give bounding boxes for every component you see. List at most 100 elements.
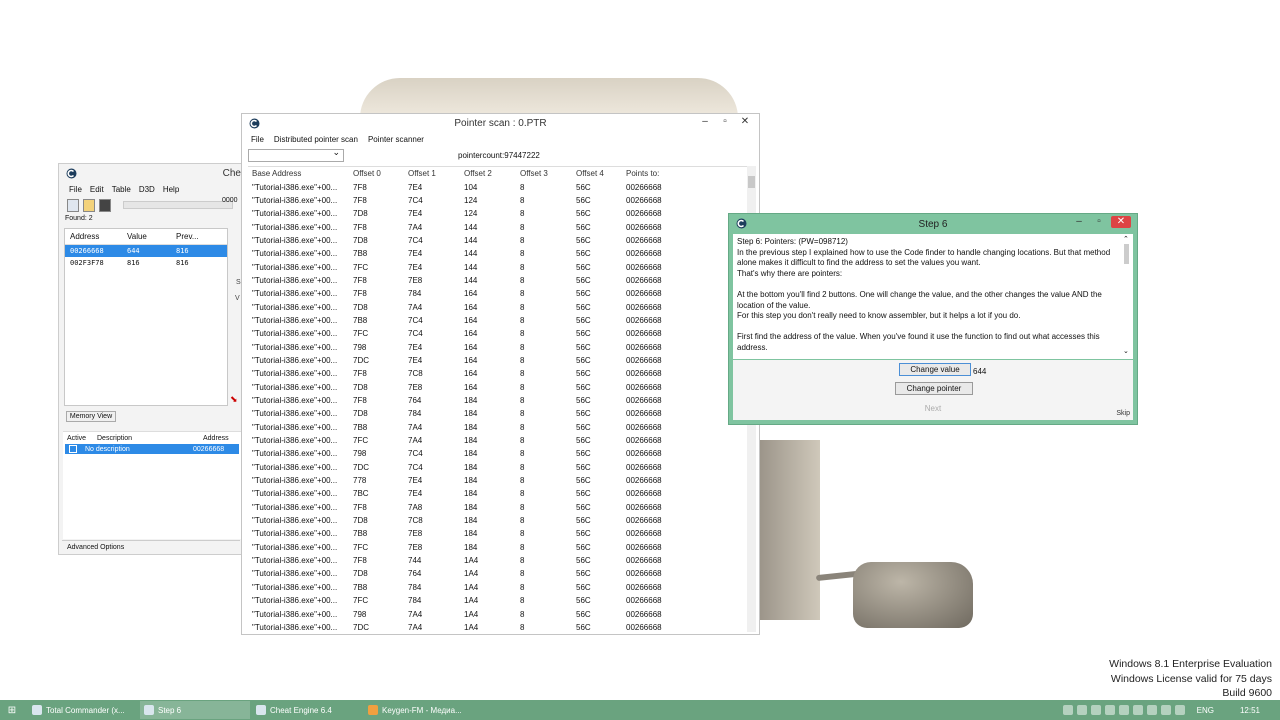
table-row[interactable]: "Tutorial-i386.exe"+00... 7FC 7E8 184 8 56C 00… — [248, 541, 755, 554]
col-offset-3[interactable]: Offset 3 — [510, 169, 563, 178]
table-row[interactable]: "Tutorial-i386.exe"+00... 7F8 7C8 164 8 56C 00… — [248, 367, 755, 380]
table-row[interactable]: "Tutorial-i386.exe"+00... 7F8 7A8 184 8 56C 00… — [248, 501, 755, 514]
address-row[interactable]: 002F3F78 816 816 — [65, 257, 227, 269]
tray-icon[interactable] — [1104, 705, 1115, 715]
step6-instructions[interactable]: Step 6: Pointers: (PW=098712) In the pre… — [733, 234, 1133, 359]
table-row[interactable]: "Tutorial-i386.exe"+00... 7F8 764 184 8 56C 00… — [248, 394, 755, 407]
table-row[interactable]: "Tutorial-i386.exe"+00... 7DC 7C4 184 8 56C 00… — [248, 461, 755, 474]
ce-menu-table[interactable]: Table — [112, 185, 131, 194]
next-button[interactable]: Next — [909, 402, 957, 415]
col-previous[interactable]: Prev... — [176, 232, 226, 241]
table-row[interactable]: "Tutorial-i386.exe"+00... 7FC 7C4 164 8 56C 00… — [248, 327, 755, 340]
advanced-options-button[interactable]: Advanced Options — [62, 540, 240, 554]
ce-menu-d3d[interactable]: D3D — [139, 185, 155, 194]
scroll-up-icon[interactable]: ⌃ — [1123, 236, 1131, 244]
scroll-down-icon[interactable]: ⌄ — [1123, 348, 1129, 356]
col-offset-4[interactable]: Offset 4 — [563, 169, 616, 178]
task-keygen[interactable]: Keygen-FM - Медиа... — [364, 701, 474, 719]
clock[interactable]: 12:51 — [1240, 706, 1260, 715]
table-row[interactable]: "Tutorial-i386.exe"+00... 7D8 7C4 144 8 56C 00… — [248, 234, 755, 247]
ce-menu-help[interactable]: Help — [163, 185, 179, 194]
open-file-icon[interactable] — [83, 198, 96, 212]
ps-menu-scanner[interactable]: Pointer scanner — [368, 135, 424, 144]
pointer-arrow-icon[interactable]: ⬊ — [230, 394, 240, 404]
table-row[interactable]: "Tutorial-i386.exe"+00... 7F8 7E4 104 8 56C 00… — [248, 180, 755, 193]
memory-view-button[interactable]: Memory View — [66, 411, 116, 422]
ps-menu-distributed[interactable]: Distributed pointer scan — [274, 135, 358, 144]
minimize-icon[interactable]: – — [1071, 216, 1087, 228]
table-row[interactable]: "Tutorial-i386.exe"+00... 7FC 7E4 144 8 56C 00… — [248, 260, 755, 273]
pointer-scan-window[interactable]: Pointer scan : 0.PTR – ▫ ✕ File Distribu… — [241, 113, 760, 635]
table-row[interactable]: "Tutorial-i386.exe"+00... 7F8 784 164 8 56C 00… — [248, 287, 755, 300]
table-row[interactable]: "Tutorial-i386.exe"+00... 7FC 784 1A4 8 56C 00… — [248, 594, 755, 607]
address-row[interactable]: 00266668 644 816 — [65, 245, 227, 257]
table-row[interactable]: "Tutorial-i386.exe"+00... 778 7E4 184 8 56C 00… — [248, 474, 755, 487]
table-row[interactable]: "Tutorial-i386.exe"+00... 7F8 7C4 124 8 56C 00… — [248, 194, 755, 207]
col-address[interactable]: Address — [65, 232, 127, 241]
scrollbar-thumb[interactable] — [748, 176, 755, 188]
table-row[interactable]: "Tutorial-i386.exe"+00... 7D8 7C8 184 8 56C 00… — [248, 514, 755, 527]
col-value[interactable]: Value — [127, 232, 176, 241]
table-row[interactable]: "Tutorial-i386.exe"+00... 7F8 744 1A4 8 56C 00… — [248, 554, 755, 567]
table-row[interactable]: "Tutorial-i386.exe"+00... 7D8 784 184 8 56C 00… — [248, 407, 755, 420]
tray-icon[interactable] — [1090, 705, 1101, 715]
cheat-table-row[interactable]: No description 00266668 — [65, 444, 239, 454]
table-row[interactable]: "Tutorial-i386.exe"+00... 7D8 764 1A4 8 56C 00… — [248, 567, 755, 580]
close-icon[interactable]: ✕ — [1111, 216, 1131, 228]
ce-menu-file[interactable]: File — [69, 185, 82, 194]
minimize-icon[interactable]: – — [697, 116, 713, 128]
col-table-address[interactable]: Address — [203, 435, 229, 442]
task-cheat-engine[interactable]: Cheat Engine 6.4 — [252, 701, 362, 719]
table-row[interactable]: "Tutorial-i386.exe"+00... 7BC 7E4 184 8 56C 00… — [248, 487, 755, 500]
pointer-scan-titlebar[interactable]: Pointer scan : 0.PTR – ▫ ✕ — [242, 114, 759, 132]
volume-icon[interactable] — [1174, 705, 1185, 715]
maximize-icon[interactable]: ▫ — [717, 116, 733, 128]
table-row[interactable]: "Tutorial-i386.exe"+00... 7D8 7E4 124 8 56C 00… — [248, 207, 755, 220]
col-offset-1[interactable]: Offset 1 — [404, 169, 457, 178]
scrollbar-thumb[interactable] — [1124, 244, 1129, 264]
ps-menu-file[interactable]: File — [251, 135, 264, 144]
col-description[interactable]: Description — [97, 435, 203, 442]
tray-icon[interactable] — [1076, 705, 1087, 715]
tray-icon[interactable] — [1132, 705, 1143, 715]
table-row[interactable]: "Tutorial-i386.exe"+00... 7D8 7A4 164 8 56C 00… — [248, 300, 755, 313]
table-row[interactable]: "Tutorial-i386.exe"+00... 798 7A4 1A4 8 56C 00… — [248, 607, 755, 620]
skip-button[interactable]: Skip — [1116, 410, 1130, 417]
col-active[interactable]: Active — [67, 435, 97, 442]
active-checkbox[interactable] — [69, 445, 77, 453]
table-row[interactable]: "Tutorial-i386.exe"+00... 7DC 7A4 1A4 8 56C 00… — [248, 621, 755, 632]
table-row[interactable]: "Tutorial-i386.exe"+00... 7B8 7A4 184 8 56C 00… — [248, 421, 755, 434]
table-row[interactable]: "Tutorial-i386.exe"+00... 7F8 7E8 144 8 56C 00… — [248, 274, 755, 287]
table-row[interactable]: "Tutorial-i386.exe"+00... 798 7C4 184 8 56C 00… — [248, 447, 755, 460]
ce-menu-edit[interactable]: Edit — [90, 185, 104, 194]
col-points-to[interactable]: Points to: — [616, 169, 726, 178]
tray-icon[interactable] — [1118, 705, 1129, 715]
task-total-commander[interactable]: Total Commander (x... — [28, 701, 138, 719]
table-row[interactable]: "Tutorial-i386.exe"+00... 7FC 7A4 184 8 56C 00… — [248, 434, 755, 447]
select-process-icon[interactable] — [67, 198, 80, 212]
tray-icon[interactable] — [1062, 705, 1073, 715]
change-pointer-button[interactable]: Change pointer — [895, 382, 973, 395]
col-offset-2[interactable]: Offset 2 — [457, 169, 510, 178]
start-windows-icon[interactable]: ⊞ — [0, 700, 24, 720]
step6-titlebar[interactable]: Step 6 – ▫ ✕ — [729, 214, 1137, 232]
save-icon[interactable] — [99, 198, 112, 212]
col-offset-0[interactable]: Offset 0 — [351, 169, 404, 178]
ce-titlebar[interactable]: Che — [59, 164, 241, 182]
task-step6[interactable]: Step 6 — [140, 701, 250, 719]
table-row[interactable]: "Tutorial-i386.exe"+00... 798 7E4 164 8 56C 00… — [248, 340, 755, 353]
table-row[interactable]: "Tutorial-i386.exe"+00... 7B8 784 1A4 8 56C 00… — [248, 581, 755, 594]
table-row[interactable]: "Tutorial-i386.exe"+00... 7DC 7E4 164 8 56C 00… — [248, 354, 755, 367]
instructions-scrollbar[interactable]: ⌃ ⌄ — [1123, 236, 1131, 356]
cheat-table[interactable]: Active Description Address No descriptio… — [63, 431, 241, 539]
change-value-button[interactable]: Change value — [899, 363, 971, 376]
found-address-list[interactable]: Address Value Prev... 00266668 644 816 0… — [64, 228, 228, 406]
table-row[interactable]: "Tutorial-i386.exe"+00... 7B8 7E8 184 8 56C 00… — [248, 527, 755, 540]
table-row[interactable]: "Tutorial-i386.exe"+00... 7B8 7E4 144 8 56C 00… — [248, 247, 755, 260]
table-row[interactable]: "Tutorial-i386.exe"+00... 7B8 7C4 164 8 56C 00… — [248, 314, 755, 327]
pointer-scan-dropdown[interactable] — [248, 147, 344, 162]
tray-icon[interactable] — [1146, 705, 1157, 715]
maximize-icon[interactable]: ▫ — [1091, 216, 1107, 228]
col-base-address[interactable]: Base Address — [248, 169, 351, 178]
table-row[interactable]: "Tutorial-i386.exe"+00... 7D8 7E8 164 8 56C 00… — [248, 381, 755, 394]
